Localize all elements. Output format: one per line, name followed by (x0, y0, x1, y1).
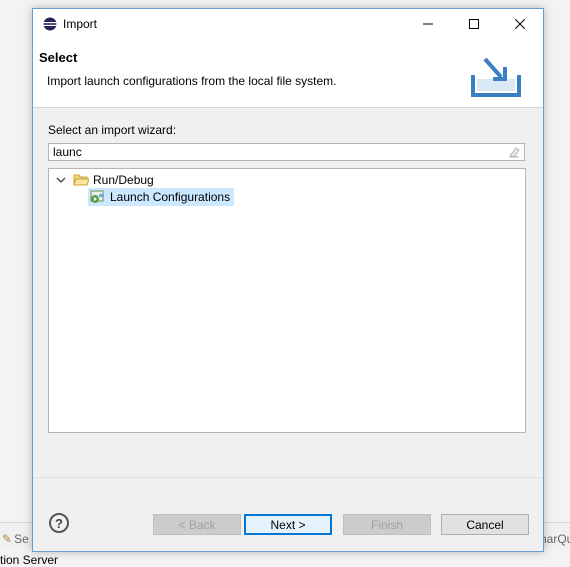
background-bottom-text: tion Server (0, 553, 59, 567)
minimize-button[interactable] (405, 9, 451, 39)
import-wizard-tree[interactable]: Run/Debug Launch Configurations (48, 168, 526, 433)
maximize-button[interactable] (451, 9, 497, 39)
title-bar: Import (33, 9, 543, 39)
wizard-filter-input[interactable] (48, 143, 525, 161)
page-title: Select (39, 50, 78, 65)
footer-divider (33, 477, 543, 478)
import-banner-icon (471, 57, 521, 97)
eclipse-icon (43, 17, 57, 31)
import-wizard-label: Select an import wizard: (48, 123, 177, 137)
dialog-title: Import (63, 17, 98, 31)
help-button[interactable]: ? (49, 513, 69, 533)
background-tab-fragment-right: narQu (540, 532, 570, 546)
finish-button[interactable]: Finish (343, 514, 431, 535)
tree-node-label: Launch Configurations (110, 190, 231, 204)
clear-filter-icon[interactable] (507, 145, 521, 159)
back-button[interactable]: < Back (153, 514, 241, 535)
background-left-text: Se (14, 532, 29, 546)
tree-node-run-debug[interactable]: Run/Debug (55, 171, 154, 189)
launch-config-icon (90, 190, 104, 203)
next-button[interactable]: Next > (244, 514, 332, 535)
close-button[interactable] (497, 9, 543, 39)
page-description: Import launch configurations from the lo… (47, 74, 337, 88)
chevron-down-icon[interactable] (55, 174, 67, 186)
tree-node-launch-configurations[interactable]: Launch Configurations (88, 188, 235, 206)
close-icon (515, 19, 525, 29)
import-dialog: Import Select Import launch configuratio… (32, 8, 544, 552)
folder-open-icon (73, 174, 89, 186)
maximize-icon (469, 19, 479, 29)
minimize-icon (423, 23, 433, 25)
wrench-icon: ✎ (2, 532, 13, 546)
tree-node-label: Run/Debug (93, 173, 154, 187)
wizard-header: Select Import launch configurations from… (33, 39, 543, 108)
background-tab-fragment-left: ✎ Se (2, 532, 29, 546)
cancel-button[interactable]: Cancel (441, 514, 529, 535)
